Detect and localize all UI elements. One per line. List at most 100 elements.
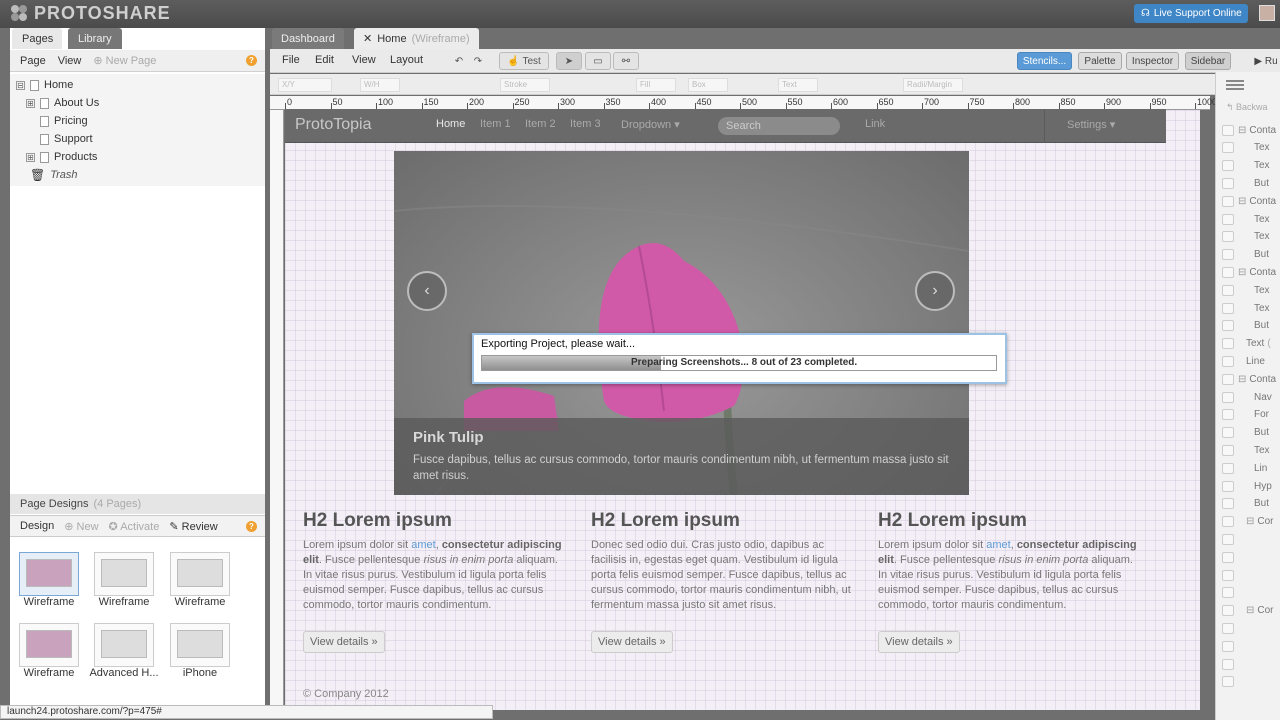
collapse-icon[interactable]: ⊟ [1238, 267, 1246, 278]
visibility-checkbox[interactable] [1222, 320, 1234, 332]
layer-item[interactable]: For [1222, 406, 1269, 424]
design-thumbnail[interactable] [94, 623, 154, 667]
collapse-icon[interactable]: ⊟ [1246, 516, 1254, 527]
site-nav-link[interactable]: Link [865, 118, 885, 130]
tree-item-trash[interactable]: 🗑 Trash [16, 166, 78, 184]
sidebar-button[interactable]: Sidebar [1185, 52, 1231, 70]
page-menu[interactable]: Page [20, 55, 46, 67]
visibility-checkbox[interactable] [1222, 373, 1234, 385]
visibility-checkbox[interactable] [1222, 605, 1234, 617]
review-button[interactable]: ✎ Review [169, 520, 217, 533]
visibility-checkbox[interactable] [1222, 676, 1234, 688]
visibility-checkbox[interactable] [1222, 249, 1234, 261]
live-support-button[interactable]: ☊ Live Support Online [1134, 4, 1248, 23]
menu-view[interactable]: View [352, 54, 376, 66]
visibility-checkbox[interactable] [1222, 142, 1234, 154]
redo-icon[interactable]: ↷ [471, 52, 485, 70]
layer-item[interactable]: Hyp [1222, 477, 1272, 495]
visibility-checkbox[interactable] [1222, 338, 1234, 350]
tab-pages[interactable]: Pages [12, 28, 62, 49]
layer-item[interactable]: But [1222, 246, 1269, 264]
layer-item[interactable]: Tex [1222, 139, 1270, 157]
carousel-next-button[interactable]: › [915, 271, 955, 311]
site-nav-item-4[interactable]: Dropdown ▾ [621, 118, 680, 131]
comment-tool[interactable]: ▭ [585, 52, 611, 70]
property-field-2[interactable]: Stroke [500, 78, 550, 92]
layer-item[interactable] [1222, 584, 1262, 602]
property-field-6[interactable]: Radii/Margin [903, 78, 963, 92]
layer-item[interactable]: But [1222, 174, 1269, 192]
collapse-icon[interactable]: ⊟ [16, 80, 25, 90]
visibility-checkbox[interactable] [1222, 462, 1234, 474]
activate-button[interactable]: ✪ Activate [109, 520, 160, 533]
design-thumbnail[interactable] [170, 552, 230, 596]
palette-button[interactable]: Palette [1078, 52, 1122, 70]
visibility-checkbox[interactable] [1222, 195, 1234, 207]
link-tool[interactable]: ⚯ [613, 52, 639, 70]
layer-item[interactable]: ⊟ Cor [1222, 513, 1274, 531]
menu-layout[interactable]: Layout [390, 54, 423, 66]
property-field-3[interactable]: Fill [636, 78, 676, 92]
layer-item[interactable] [1222, 530, 1262, 548]
avatar[interactable] [1259, 5, 1275, 21]
layer-item[interactable]: Tex [1222, 210, 1270, 228]
layer-item[interactable] [1222, 637, 1262, 655]
layer-item[interactable]: Text( [1222, 335, 1271, 353]
visibility-checkbox[interactable] [1222, 213, 1234, 225]
visibility-checkbox[interactable] [1222, 302, 1234, 314]
site-nav-item-0[interactable]: Home [436, 118, 465, 130]
visibility-checkbox[interactable] [1222, 124, 1234, 136]
layer-item[interactable]: Tex [1222, 281, 1270, 299]
property-field-4[interactable]: Box [688, 78, 728, 92]
layer-item[interactable]: ⊟ Conta [1222, 263, 1276, 281]
visibility-checkbox[interactable] [1222, 355, 1234, 367]
visibility-checkbox[interactable] [1222, 498, 1234, 510]
column-link[interactable]: amet [411, 539, 435, 551]
view-details-button[interactable]: View details » [303, 631, 385, 653]
layer-item[interactable]: But [1222, 317, 1269, 335]
undo-icon[interactable]: ↶ [452, 52, 466, 70]
help-icon[interactable]: ? [246, 55, 257, 66]
layer-item[interactable] [1222, 673, 1262, 691]
expand-icon[interactable]: ⊞ [26, 98, 35, 108]
layer-item[interactable]: Tex [1222, 228, 1270, 246]
menu-file[interactable]: File [282, 54, 300, 66]
layer-item[interactable]: Tex [1222, 299, 1270, 317]
design-thumbnail[interactable] [170, 623, 230, 667]
layer-item[interactable]: ⊟ Cor [1222, 602, 1274, 620]
visibility-checkbox[interactable] [1222, 177, 1234, 189]
visibility-checkbox[interactable] [1222, 409, 1234, 421]
list-icon[interactable] [1226, 80, 1244, 82]
layer-item[interactable]: ⊟ Conta [1222, 370, 1276, 388]
design-thumbnail[interactable] [94, 552, 154, 596]
tree-item-home[interactable]: ⊟ Home [16, 76, 73, 94]
layer-item[interactable]: Tex [1222, 441, 1270, 459]
view-details-button[interactable]: View details » [591, 631, 673, 653]
visibility-checkbox[interactable] [1222, 551, 1234, 563]
visibility-checkbox[interactable] [1222, 266, 1234, 278]
help-icon[interactable]: ? [246, 520, 257, 532]
visibility-checkbox[interactable] [1222, 533, 1234, 545]
visibility-checkbox[interactable] [1222, 391, 1234, 403]
tree-item-about-us[interactable]: ⊞ About Us [26, 94, 99, 112]
visibility-checkbox[interactable] [1222, 516, 1234, 528]
tree-item-products[interactable]: ⊞ Products [26, 148, 97, 166]
site-nav-item-1[interactable]: Item 1 [480, 118, 511, 130]
visibility-checkbox[interactable] [1222, 658, 1234, 670]
visibility-checkbox[interactable] [1222, 622, 1234, 634]
tree-item-pricing[interactable]: Pricing [26, 112, 88, 130]
new-design-button[interactable]: ⊕ New [64, 520, 98, 533]
tree-item-support[interactable]: Support [26, 130, 93, 148]
collapse-icon[interactable]: ⊟ [1238, 196, 1246, 207]
design-thumbnail[interactable] [19, 552, 79, 596]
pointer-tool[interactable]: ➤ [556, 52, 582, 70]
site-settings-dropdown[interactable]: Settings ▾ [1067, 118, 1115, 131]
carousel-prev-button[interactable]: ‹ [407, 271, 447, 311]
layer-item[interactable]: ⊟ Conta [1222, 121, 1276, 139]
stencils-button[interactable]: Stencils... [1017, 52, 1072, 70]
view-menu[interactable]: View [58, 55, 82, 67]
test-button[interactable]: ☝ Test [499, 52, 549, 70]
layer-item[interactable]: Line [1222, 352, 1265, 370]
tab-library[interactable]: Library [68, 28, 122, 49]
visibility-checkbox[interactable] [1222, 160, 1234, 172]
